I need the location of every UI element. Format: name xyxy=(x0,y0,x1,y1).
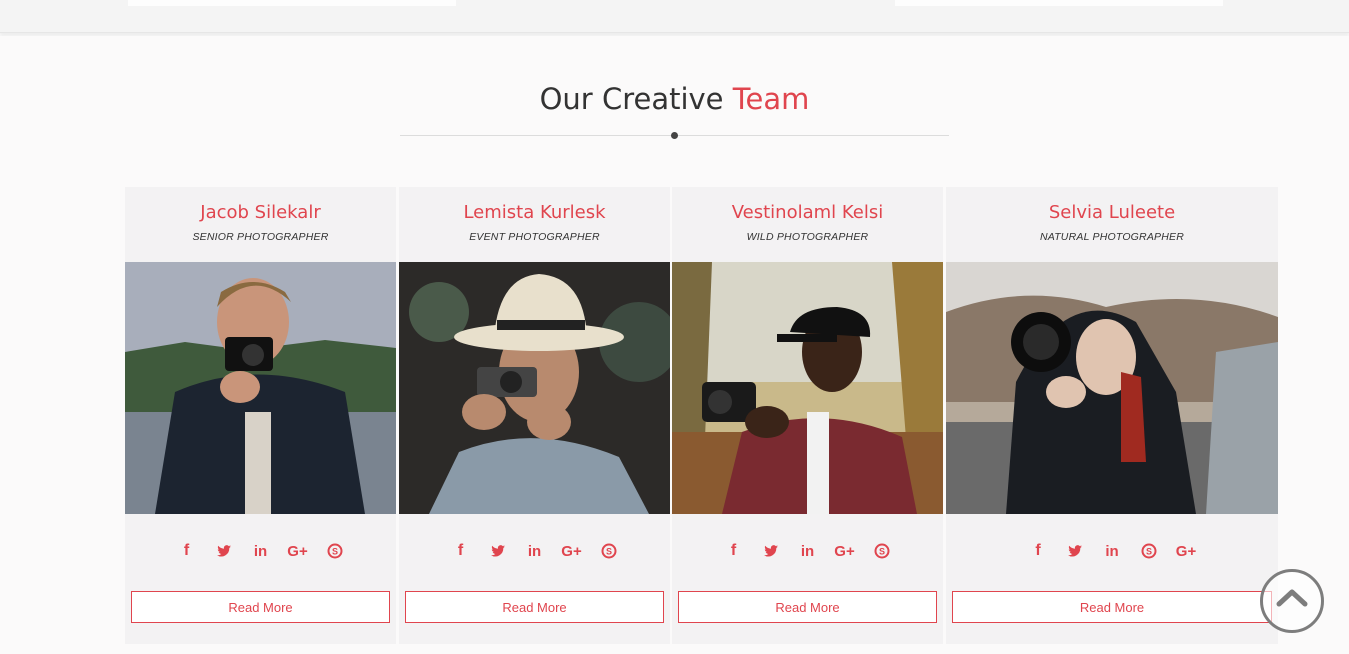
read-more-button[interactable]: Read More xyxy=(405,591,664,623)
google-plus-icon[interactable]: G+ xyxy=(279,543,316,560)
linkedin-icon[interactable]: in xyxy=(789,543,826,560)
previous-card-edge xyxy=(128,0,456,6)
member-photo xyxy=(125,262,396,514)
member-photo xyxy=(399,262,670,514)
social-links: f in G+ S xyxy=(125,542,396,560)
svg-text:S: S xyxy=(605,546,611,556)
social-links: f in S G+ xyxy=(946,542,1278,560)
member-role: WILD PHOTOGRAPHER xyxy=(746,231,869,243)
team-card: Selvia Luleete NATURAL PHOTOGRAPHER f in S… xyxy=(946,187,1278,644)
member-role: SENIOR PHOTOGRAPHER xyxy=(192,231,329,243)
twitter-icon[interactable] xyxy=(205,542,242,560)
scroll-to-top-button[interactable] xyxy=(1260,569,1324,633)
read-more-button[interactable]: Read More xyxy=(131,591,390,623)
twitter-icon[interactable] xyxy=(752,542,789,560)
section-title: Our Creative Team xyxy=(0,82,1349,116)
twitter-icon[interactable] xyxy=(479,542,516,560)
linkedin-icon[interactable]: in xyxy=(516,543,553,560)
chevron-up-icon xyxy=(1276,589,1308,607)
facebook-icon[interactable]: f xyxy=(442,542,479,560)
member-photo xyxy=(946,262,1278,514)
svg-text:S: S xyxy=(878,546,884,556)
team-card: Jacob Silekalr SENIOR PHOTOGRAPHER f in G+… xyxy=(125,187,396,644)
member-role: NATURAL PHOTOGRAPHER xyxy=(1039,231,1185,243)
google-plus-icon[interactable]: G+ xyxy=(826,543,863,560)
member-name[interactable]: Lemista Kurlesk xyxy=(399,202,670,223)
read-more-button[interactable]: Read More xyxy=(678,591,937,623)
team-card: Vestinolaml Kelsi WILD PHOTOGRAPHER f in G… xyxy=(672,187,943,644)
facebook-icon[interactable]: f xyxy=(168,542,205,560)
svg-text:S: S xyxy=(331,546,337,556)
google-plus-icon[interactable]: G+ xyxy=(1168,543,1205,560)
member-name[interactable]: Selvia Luleete xyxy=(946,202,1278,223)
social-links: f in G+ S xyxy=(399,542,670,560)
skype-icon[interactable]: S xyxy=(590,542,627,560)
skype-icon[interactable]: S xyxy=(1131,542,1168,560)
skype-icon[interactable]: S xyxy=(863,542,900,560)
divider-dot xyxy=(671,132,678,139)
svg-text:S: S xyxy=(1146,546,1152,556)
google-plus-icon[interactable]: G+ xyxy=(553,543,590,560)
twitter-icon[interactable] xyxy=(1057,542,1094,560)
read-more-button[interactable]: Read More xyxy=(952,591,1272,623)
section-title-accent: Team xyxy=(732,82,810,116)
social-links: f in G+ S xyxy=(672,542,943,560)
linkedin-icon[interactable]: in xyxy=(242,543,279,560)
previous-section-strip xyxy=(0,0,1349,33)
previous-card-edge xyxy=(895,0,1223,6)
facebook-icon[interactable]: f xyxy=(1020,542,1057,560)
member-photo xyxy=(672,262,943,514)
member-role: EVENT PHOTOGRAPHER xyxy=(469,231,600,243)
linkedin-icon[interactable]: in xyxy=(1094,543,1131,560)
team-card: Lemista Kurlesk EVENT PHOTOGRAPHER f in G+… xyxy=(399,187,670,644)
section-title-main: Our Creative xyxy=(539,82,724,116)
facebook-icon[interactable]: f xyxy=(715,542,752,560)
member-name[interactable]: Vestinolaml Kelsi xyxy=(672,202,943,223)
member-name[interactable]: Jacob Silekalr xyxy=(125,202,396,223)
skype-icon[interactable]: S xyxy=(316,542,353,560)
